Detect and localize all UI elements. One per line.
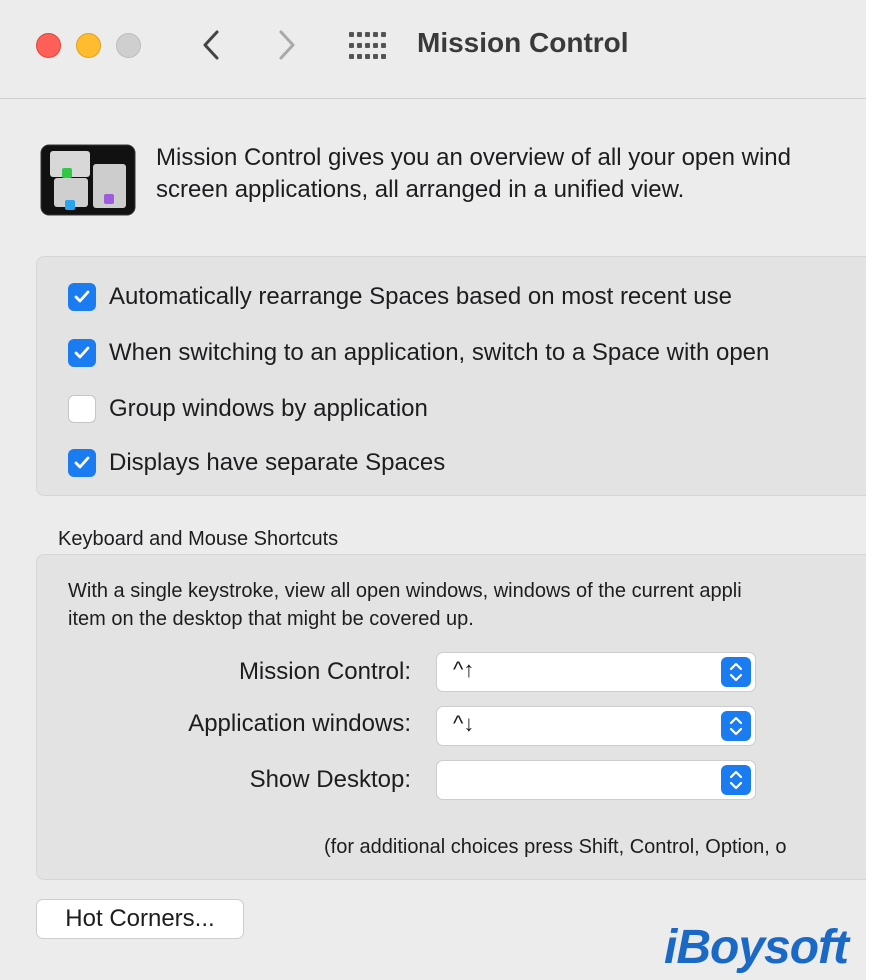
option-switch-to-space[interactable]: When switching to an application, switch… bbox=[68, 338, 769, 368]
desc-line-1: With a single keystroke, view all open w… bbox=[68, 580, 742, 602]
desc-line-2: item on the desktop that might be covere… bbox=[68, 608, 474, 630]
intro-line-2: screen applications, all arranged in a u… bbox=[156, 176, 685, 203]
shortcuts-section-label: Keyboard and Mouse Shortcuts bbox=[58, 528, 339, 550]
checkbox-checked[interactable] bbox=[68, 449, 96, 477]
updown-chevron-icon bbox=[721, 657, 751, 687]
zoom-button[interactable] bbox=[116, 33, 141, 58]
minimize-button[interactable] bbox=[76, 33, 101, 58]
shortcuts-description: With a single keystroke, view all open w… bbox=[68, 577, 742, 633]
show-desktop-shortcut-label: Show Desktop: bbox=[249, 766, 411, 793]
option-label: Automatically rearrange Spaces based on … bbox=[109, 283, 733, 310]
checkmark-icon bbox=[74, 456, 90, 469]
modifier-keys-footnote: (for additional choices press Shift, Con… bbox=[324, 836, 787, 858]
application-windows-shortcut-select[interactable]: ^↓ bbox=[436, 706, 756, 746]
chevron-left-icon bbox=[203, 30, 219, 60]
hot-corners-button[interactable]: Hot Corners... bbox=[36, 899, 244, 939]
titlebar: Mission Control bbox=[0, 0, 866, 99]
checkmark-icon bbox=[74, 346, 90, 359]
show-desktop-shortcut-select[interactable] bbox=[436, 760, 756, 800]
iboysoft-watermark: iBoysoft bbox=[664, 921, 849, 974]
chevron-right-icon bbox=[279, 30, 295, 60]
show-all-button[interactable] bbox=[348, 31, 386, 61]
preferences-window: Mission Control Mission Control gives yo… bbox=[0, 0, 866, 980]
mission-control-shortcut-label: Mission Control: bbox=[238, 658, 411, 685]
mission-control-icon bbox=[40, 144, 136, 216]
option-auto-rearrange[interactable]: Automatically rearrange Spaces based on … bbox=[68, 282, 732, 312]
forward-button[interactable] bbox=[272, 28, 302, 62]
option-group-windows[interactable]: Group windows by application bbox=[68, 394, 428, 424]
checkbox-checked[interactable] bbox=[68, 339, 96, 367]
back-button[interactable] bbox=[196, 28, 226, 62]
updown-chevron-icon bbox=[721, 765, 751, 795]
intro-text: Mission Control gives you an overview of… bbox=[156, 142, 791, 206]
selected-value: ^↑ bbox=[453, 657, 475, 682]
option-separate-spaces[interactable]: Displays have separate Spaces bbox=[68, 448, 445, 478]
checkmark-icon bbox=[74, 290, 90, 303]
checkbox-checked[interactable] bbox=[68, 283, 96, 311]
selected-value: ^↓ bbox=[453, 711, 475, 736]
mission-control-shortcut-select[interactable]: ^↑ bbox=[436, 652, 756, 692]
intro-line-1: Mission Control gives you an overview of… bbox=[156, 144, 791, 171]
grid-icon bbox=[349, 32, 386, 59]
checkbox-unchecked[interactable] bbox=[68, 395, 96, 423]
application-windows-shortcut-label: Application windows: bbox=[188, 710, 411, 737]
updown-chevron-icon bbox=[721, 711, 751, 741]
option-label: Group windows by application bbox=[109, 395, 428, 422]
close-button[interactable] bbox=[36, 33, 61, 58]
option-label: Displays have separate Spaces bbox=[109, 449, 446, 476]
window-title: Mission Control bbox=[417, 27, 629, 58]
option-label: When switching to an application, switch… bbox=[109, 339, 770, 366]
